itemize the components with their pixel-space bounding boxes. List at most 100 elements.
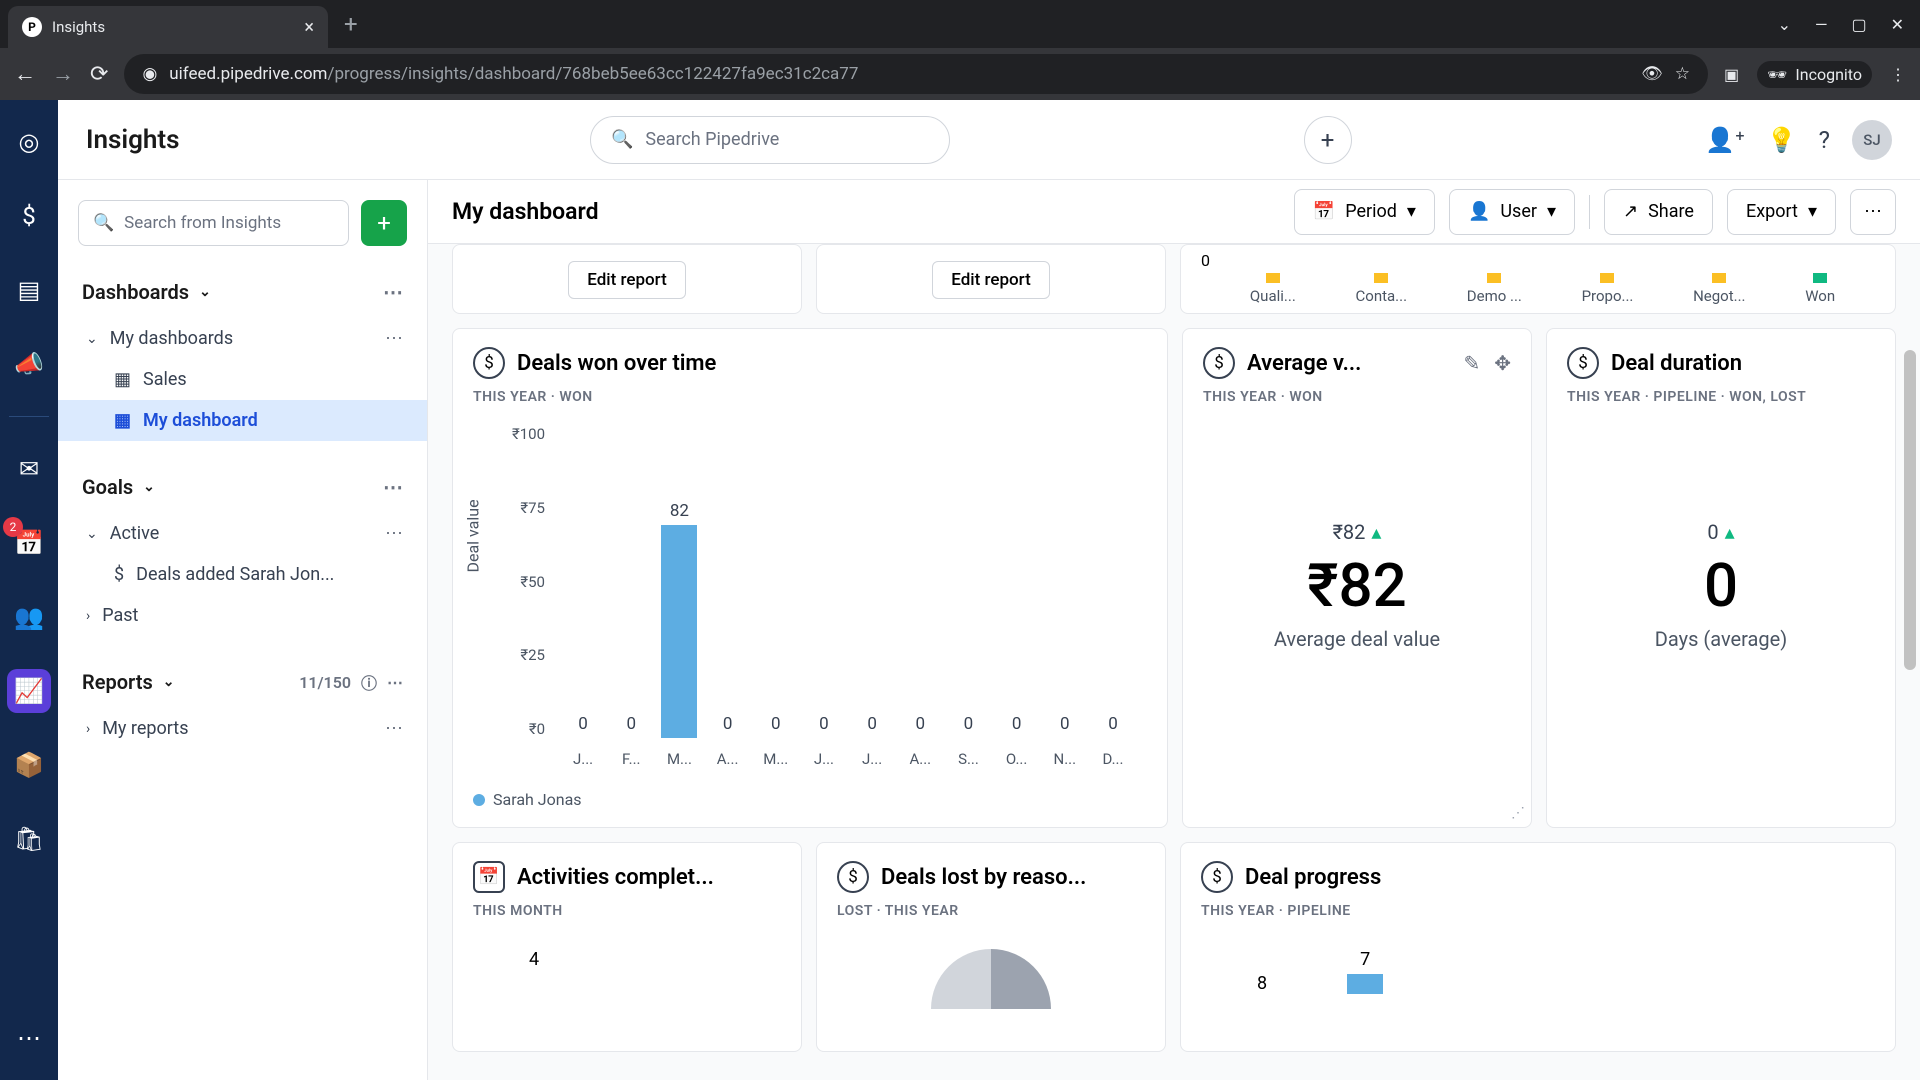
chevron-right-icon: ›: [86, 721, 90, 737]
forward-button[interactable]: →: [52, 61, 74, 87]
goals-active-folder[interactable]: ⌄ Active ⋯: [58, 513, 427, 554]
partial-card-2: Edit report: [816, 244, 1166, 314]
kpi-label: Average deal value: [1274, 627, 1440, 651]
edit-icon[interactable]: ✎: [1463, 351, 1480, 375]
rail-campaigns-icon[interactable]: 📣: [7, 342, 51, 386]
browser-tab[interactable]: P Insights ×: [8, 6, 328, 48]
user-dropdown[interactable]: 👤User▾: [1449, 189, 1575, 235]
partial-stage-chart: 0 Quali... Conta... Demo ... Propo... Ne…: [1180, 244, 1896, 314]
close-tab-icon[interactable]: ×: [304, 17, 314, 38]
insights-sidebar: 🔍 Search from Insights + Dashboards ⌄ ⋯ …: [58, 180, 428, 1080]
vertical-scrollbar[interactable]: [1904, 180, 1918, 1080]
reload-button[interactable]: ⟳: [90, 62, 108, 87]
rail-more-icon[interactable]: ⋯: [7, 1016, 51, 1060]
chart-value: 4: [473, 949, 781, 970]
quick-add-button[interactable]: +: [1304, 116, 1352, 164]
minimize-icon[interactable]: ―: [1815, 15, 1828, 34]
card-deal-progress[interactable]: $ Deal progress THIS YEAR · PIPELINE 8 7: [1180, 842, 1896, 1052]
reports-count: 11/150: [299, 673, 351, 692]
extension-icon[interactable]: ▣: [1724, 65, 1739, 84]
rail-target-icon[interactable]: ◎: [7, 120, 51, 164]
app-title: Insights: [86, 125, 426, 155]
reports-section[interactable]: Reports ⌄ 11/150 ⓘ ⋯: [58, 656, 427, 708]
rail-insights-icon[interactable]: 📈: [7, 669, 51, 713]
share-button[interactable]: ↗Share: [1604, 189, 1713, 235]
export-dropdown[interactable]: Export▾: [1727, 189, 1836, 235]
dashboard-item-my-dashboard[interactable]: ▦ My dashboard: [58, 400, 427, 441]
dashboard-icon: ▦: [114, 410, 131, 431]
close-window-icon[interactable]: ✕: [1891, 15, 1904, 34]
chevron-down-icon: ⌄: [86, 331, 98, 347]
kpi-value: ₹82: [1307, 550, 1407, 621]
insights-search-input[interactable]: 🔍 Search from Insights: [78, 200, 349, 246]
dashboard-item-sales[interactable]: ▦ Sales: [58, 359, 427, 400]
rail-projects-icon[interactable]: ▤: [7, 268, 51, 312]
card-subtitle: LOST · THIS YEAR: [837, 903, 1145, 919]
site-info-icon[interactable]: ◉: [142, 64, 157, 84]
incognito-icon: 🕶: [1767, 65, 1787, 84]
more-icon[interactable]: ⋯: [385, 523, 403, 544]
rail-products-icon[interactable]: 📦: [7, 743, 51, 787]
calendar-icon: 📅: [473, 861, 505, 893]
rail-mail-icon[interactable]: ✉: [7, 447, 51, 491]
incognito-badge[interactable]: 🕶 Incognito: [1757, 61, 1872, 88]
kpi-delta: ₹82▴: [1333, 520, 1382, 544]
rail-badge: 2: [3, 517, 23, 537]
goal-item[interactable]: $ Deals added Sarah Jon...: [58, 554, 427, 595]
card-title: Deals won over time: [517, 351, 716, 376]
rail-deals-icon[interactable]: $: [7, 194, 51, 238]
goals-past-folder[interactable]: › Past: [58, 595, 427, 636]
period-dropdown[interactable]: 📅Period▾: [1294, 189, 1435, 235]
eye-off-icon[interactable]: 👁: [1641, 64, 1663, 84]
rail-contacts-icon[interactable]: 👥: [7, 595, 51, 639]
invite-icon[interactable]: 👤⁺: [1705, 126, 1745, 154]
search-placeholder: Search Pipedrive: [645, 129, 779, 150]
dashboards-section[interactable]: Dashboards ⌄ ⋯: [58, 266, 427, 318]
edit-report-button[interactable]: Edit report: [932, 261, 1050, 299]
resize-handle[interactable]: ⋰: [1511, 805, 1525, 821]
new-tab-button[interactable]: +: [344, 10, 358, 38]
rail-activities-icon[interactable]: 2📅: [7, 521, 51, 565]
back-button[interactable]: ←: [14, 61, 36, 87]
move-icon[interactable]: ✥: [1494, 351, 1511, 375]
dashboard-more-button[interactable]: ⋯: [1850, 189, 1896, 235]
assistant-icon[interactable]: 💡: [1767, 126, 1797, 154]
my-reports-folder[interactable]: › My reports ⋯: [58, 708, 427, 749]
global-search[interactable]: 🔍 Search Pipedrive: [590, 116, 950, 164]
chevron-down-icon[interactable]: ⌄: [1778, 15, 1791, 34]
user-avatar[interactable]: SJ: [1852, 120, 1892, 160]
address-bar[interactable]: ◉ uifeed.pipedrive.com/progress/insights…: [124, 54, 1708, 94]
kpi-delta: 0▴: [1707, 520, 1734, 544]
my-dashboards-folder[interactable]: ⌄ My dashboards ⋯: [58, 318, 427, 359]
more-icon[interactable]: ⋯: [387, 673, 403, 692]
maximize-icon[interactable]: ▢: [1851, 15, 1866, 34]
help-icon[interactable]: ?: [1819, 126, 1830, 154]
browser-menu-icon[interactable]: ⋮: [1890, 65, 1906, 84]
tab-title: Insights: [52, 18, 294, 36]
card-deals-won[interactable]: $ Deals won over time THIS YEAR · WON De…: [452, 328, 1168, 828]
stage-zero-label: 0: [1201, 251, 1210, 270]
card-title: Activities complet...: [517, 865, 714, 890]
dashboard-icon: ▦: [114, 369, 131, 390]
goals-section[interactable]: Goals ⌄ ⋯: [58, 461, 427, 513]
more-icon[interactable]: ⋯: [383, 475, 403, 499]
rail-marketplace-icon[interactable]: 🛍: [7, 817, 51, 861]
more-icon[interactable]: ⋯: [383, 280, 403, 304]
bookmark-icon[interactable]: ☆: [1675, 64, 1690, 84]
scroll-thumb[interactable]: [1904, 350, 1916, 670]
card-title: Average v...: [1247, 351, 1361, 376]
card-deal-duration[interactable]: $ Deal duration THIS YEAR · PIPELINE · W…: [1546, 328, 1896, 828]
currency-icon: $: [837, 861, 869, 893]
edit-report-button[interactable]: Edit report: [568, 261, 686, 299]
new-insight-button[interactable]: +: [361, 200, 407, 246]
card-activities-completed[interactable]: 📅 Activities complet... THIS MONTH 4: [452, 842, 802, 1052]
chevron-right-icon: ›: [86, 608, 90, 624]
info-icon[interactable]: ⓘ: [361, 670, 377, 694]
pie-chart-partial: [931, 949, 1051, 1009]
more-icon[interactable]: ⋯: [385, 718, 403, 739]
card-average-value[interactable]: $ Average v... ✎ ✥ THIS YEAR · WON ₹82▴: [1182, 328, 1532, 828]
more-icon[interactable]: ⋯: [385, 328, 403, 349]
kpi-label: Days (average): [1655, 627, 1787, 651]
card-deals-lost[interactable]: $ Deals lost by reaso... LOST · THIS YEA…: [816, 842, 1166, 1052]
up-arrow-icon: ▴: [1725, 520, 1735, 544]
